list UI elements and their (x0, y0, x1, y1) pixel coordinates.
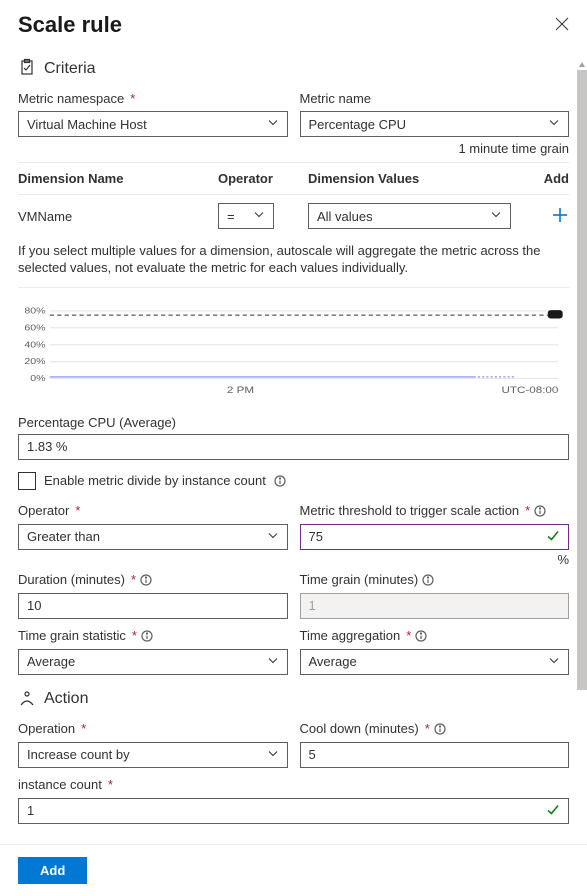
svg-text:0%: 0% (30, 374, 46, 384)
criteria-section-header: Criteria (18, 58, 569, 79)
scrollbar[interactable] (577, 60, 587, 896)
metric-namespace-select[interactable]: Virtual Machine Host (18, 111, 288, 137)
chevron-down-icon (267, 529, 279, 544)
timegrain-minutes-input: 1 (300, 593, 570, 619)
svg-text:40%: 40% (24, 340, 46, 350)
cooldown-label: Cool down (minutes)* (300, 720, 570, 738)
action-icon (18, 689, 36, 710)
chevron-down-icon (253, 209, 265, 224)
threshold-input[interactable]: 75 (300, 524, 570, 550)
duration-label: Duration (minutes)* (18, 571, 288, 589)
timegrain-stat-select[interactable]: Average (18, 649, 288, 675)
instance-count-label: instance count* (18, 776, 569, 794)
operation-label: Operation* (18, 720, 288, 738)
info-icon[interactable] (415, 630, 427, 642)
info-icon[interactable] (274, 475, 286, 487)
dimensions-hint: If you select multiple values for a dime… (18, 243, 569, 277)
chevron-down-icon (548, 117, 560, 132)
dimension-row: VMName = All values (18, 195, 569, 237)
chevron-down-icon (267, 117, 279, 132)
checkmark-icon (546, 528, 560, 545)
panel-title: Scale rule (18, 12, 122, 38)
operator-label: Operator* (18, 502, 288, 520)
instance-count-input[interactable]: 1 (18, 798, 569, 824)
dimension-values-select[interactable]: All values (308, 203, 511, 229)
info-icon[interactable] (141, 630, 153, 642)
metric-chart: 80% 60% 40% 20% 0% 2 PM UTC-08:00 (18, 287, 569, 409)
action-section-title: Action (44, 690, 88, 708)
info-icon[interactable] (140, 574, 152, 586)
panel-footer: Add (0, 844, 587, 896)
duration-input[interactable]: 10 (18, 593, 288, 619)
info-icon[interactable] (534, 505, 546, 517)
close-button[interactable] (555, 17, 569, 34)
svg-text:UTC-08:00: UTC-08:00 (501, 385, 558, 396)
chevron-down-icon (267, 654, 279, 669)
threshold-label: Metric threshold to trigger scale action… (300, 502, 570, 520)
chevron-down-icon (267, 747, 279, 762)
scrollbar-thumb[interactable] (577, 70, 587, 690)
clipboard-check-icon (18, 58, 36, 79)
cooldown-input[interactable]: 5 (300, 742, 570, 768)
metric-name-select[interactable]: Percentage CPU (300, 111, 570, 137)
timeagg-label: Time aggregation* (300, 627, 570, 645)
timegrain-minutes-label: Time grain (minutes) (300, 571, 570, 589)
add-button[interactable]: Add (18, 857, 87, 884)
metric-name-label: Metric name (300, 89, 570, 107)
dimension-name: VMName (18, 209, 218, 224)
enable-metric-divide-checkbox[interactable] (18, 472, 36, 490)
scrollbar-up-icon[interactable] (577, 60, 587, 70)
svg-text:80%: 80% (24, 306, 46, 316)
info-icon[interactable] (422, 574, 434, 586)
metric-average-value-input[interactable]: 1.83 % (18, 434, 569, 460)
criteria-section-title: Criteria (44, 60, 96, 78)
threshold-suffix: % (300, 552, 570, 567)
timeagg-select[interactable]: Average (300, 649, 570, 675)
dimensions-header: Dimension Name Operator Dimension Values… (18, 162, 569, 195)
operator-select[interactable]: Greater than (18, 524, 288, 550)
svg-text:2 PM: 2 PM (227, 385, 254, 396)
chevron-down-icon (490, 209, 502, 224)
time-grain-note: 1 minute time grain (300, 141, 570, 156)
info-icon[interactable] (434, 723, 446, 735)
action-section-header: Action (18, 689, 569, 710)
metric-average-label: Percentage CPU (Average) (18, 415, 569, 430)
add-dimension-button[interactable] (551, 206, 569, 224)
chevron-down-icon (548, 654, 560, 669)
checkmark-icon (546, 802, 560, 819)
enable-metric-divide-label: Enable metric divide by instance count (44, 473, 266, 488)
panel-header: Scale rule (18, 12, 569, 38)
svg-text:60%: 60% (24, 323, 46, 333)
svg-text:20%: 20% (24, 357, 46, 367)
timegrain-stat-label: Time grain statistic* (18, 627, 288, 645)
operation-select[interactable]: Increase count by (18, 742, 288, 768)
metric-namespace-label: Metric namespace* (18, 89, 288, 107)
dimension-operator-select[interactable]: = (218, 203, 274, 229)
